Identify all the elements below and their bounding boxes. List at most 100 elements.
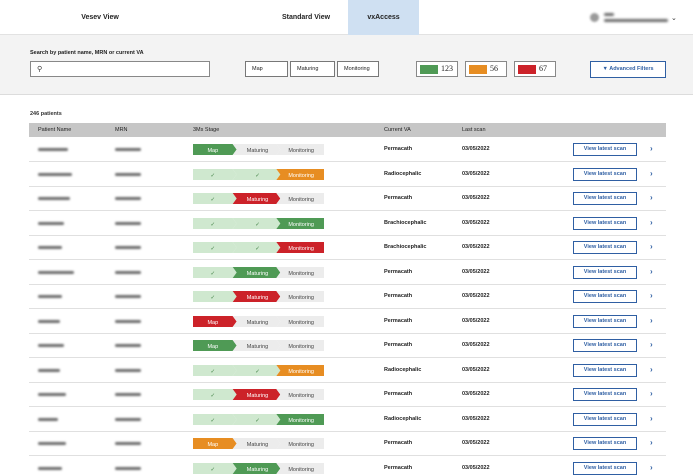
stage-label: Maturing	[247, 295, 268, 301]
stage-progress-svg: ✓ Maturing Monitoring	[193, 266, 324, 278]
patient-name-blurred	[38, 344, 64, 347]
stage-label: Monitoring	[288, 393, 314, 399]
tab-vesev-view[interactable]: Vesev View	[55, 0, 145, 35]
patient-name-blurred	[38, 197, 70, 200]
search-input[interactable]	[47, 64, 207, 75]
stage-progress-svg: ✓ Maturing Monitoring	[193, 462, 324, 474]
user-account[interactable]	[590, 11, 670, 25]
header-mrn[interactable]: MRN	[115, 123, 128, 137]
view-latest-scan-button[interactable]: View latest scan	[573, 339, 637, 352]
view-latest-scan-button[interactable]: View latest scan	[573, 314, 637, 328]
last-scan-date: 03/05/2022	[462, 342, 490, 348]
chevron-down-icon[interactable]: ⌄	[671, 14, 677, 22]
stage-filter-maturing[interactable]: Maturing	[290, 61, 335, 77]
current-va: Permacath	[384, 440, 413, 446]
stage-label: Monitoring	[288, 148, 314, 154]
tab-standard-view[interactable]: Standard View	[265, 0, 347, 35]
mrn-blurred	[115, 295, 141, 298]
check-icon: ✓	[211, 466, 216, 472]
current-va: Permacath	[384, 146, 413, 152]
stage-label: Monitoring	[288, 442, 314, 448]
chevron-right-icon[interactable]: ›	[650, 193, 653, 202]
chevron-right-icon[interactable]: ›	[650, 144, 653, 153]
chevron-right-icon[interactable]: ›	[650, 267, 653, 276]
mrn-blurred	[115, 172, 141, 176]
table-row[interactable]: ✓ ✓ Monitoring Radiocephalic 03/05/2022 View …	[29, 163, 666, 187]
table-row[interactable]: ✓ ✓ Monitoring Radiocephalic 03/05/2022 View …	[29, 359, 666, 383]
stage-label: Monitoring	[288, 417, 314, 423]
table-row[interactable]: Map Maturing Monitoring Permacath 03/05/2022…	[29, 334, 666, 358]
stage-progress-svg: ✓ Maturing Monitoring	[193, 193, 324, 204]
count-filter-green[interactable]: 123	[416, 61, 458, 77]
table-row[interactable]: ✓ Maturing Monitoring Permacath 03/05/2022 Vi…	[29, 457, 666, 475]
view-latest-scan-button[interactable]: View latest scan	[573, 363, 637, 377]
patient-name-blurred	[38, 172, 72, 176]
count-filter-red[interactable]: 67	[514, 61, 556, 77]
chevron-right-icon[interactable]: ›	[650, 291, 653, 300]
search-label: Search by patient name, MRN or current V…	[30, 50, 144, 56]
chevron-right-icon[interactable]: ›	[650, 438, 653, 447]
mrn-blurred	[115, 270, 141, 274]
last-scan-date: 03/05/2022	[462, 244, 490, 250]
chevron-right-icon[interactable]: ›	[650, 340, 653, 349]
count-filter-orange[interactable]: 56	[465, 61, 507, 77]
view-latest-scan-button[interactable]: View latest scan	[573, 192, 637, 205]
table-row[interactable]: ✓ ✓ Monitoring Radiocephalic 03/05/2022 View …	[29, 408, 666, 432]
table-row[interactable]: ✓ Maturing Monitoring Permacath 03/05/2022 Vi…	[29, 285, 666, 309]
chevron-right-icon[interactable]: ›	[650, 414, 653, 423]
chevron-right-icon[interactable]: ›	[650, 365, 653, 374]
mrn-blurred	[115, 393, 141, 396]
advanced-filters-button[interactable]: ▼ Advanced Filters	[590, 61, 666, 78]
stage-filter-map[interactable]: Map	[245, 61, 288, 77]
stage-label: Monitoring	[288, 466, 314, 472]
patient-name-blurred	[38, 393, 66, 396]
stage-label: Monitoring	[288, 319, 314, 325]
chevron-right-icon[interactable]: ›	[650, 169, 653, 178]
stage-filter-monitoring[interactable]: Monitoring	[337, 61, 379, 77]
view-latest-scan-button[interactable]: View latest scan	[573, 241, 637, 254]
view-latest-scan-button[interactable]: View latest scan	[573, 290, 637, 303]
view-latest-scan-button[interactable]: View latest scan	[573, 412, 637, 426]
view-latest-scan-button[interactable]: View latest scan	[573, 143, 637, 156]
stage-progress: ✓ ✓ Monitoring	[193, 413, 324, 425]
table-row[interactable]: ✓ ✓ Monitoring Brachiocephalic 03/05/2022 Vie…	[29, 212, 666, 236]
mrn-blurred	[115, 344, 141, 347]
chevron-right-icon[interactable]: ›	[650, 218, 653, 227]
stage-progress: ✓ Maturing Monitoring	[193, 193, 324, 204]
tab-vxaccess[interactable]: vxAccess	[348, 0, 419, 35]
header-current-va[interactable]: Current VA	[384, 123, 411, 137]
view-latest-scan-button[interactable]: View latest scan	[573, 437, 637, 450]
red-swatch	[518, 65, 536, 74]
view-latest-scan-button[interactable]: View latest scan	[573, 461, 637, 475]
last-scan-date: 03/05/2022	[462, 268, 490, 275]
header-last-scan[interactable]: Last scan	[462, 123, 486, 137]
stage-progress-svg: ✓ ✓ Monitoring	[193, 242, 324, 253]
search-box[interactable]: ⚲	[30, 61, 210, 77]
chevron-right-icon[interactable]: ›	[650, 242, 653, 251]
check-icon: ✓	[255, 417, 260, 423]
view-latest-scan-button[interactable]: View latest scan	[573, 265, 637, 279]
check-icon: ✓	[211, 393, 216, 399]
table-row[interactable]: ✓ Maturing Monitoring Permacath 03/05/2022 Vi…	[29, 261, 666, 285]
current-va: Brachiocephalic	[384, 244, 427, 250]
stage-label: Map	[207, 344, 218, 350]
chevron-right-icon[interactable]: ›	[650, 389, 653, 398]
table-row[interactable]: ✓ Maturing Monitoring Permacath 03/05/2022 Vi…	[29, 187, 666, 211]
header-patient-name[interactable]: Patient Name	[38, 123, 71, 137]
table-row[interactable]: Map Maturing Monitoring Permacath 03/05/2022…	[29, 138, 666, 162]
stage-label: Monitoring	[288, 270, 314, 276]
stage-progress-svg: Map Maturing Monitoring	[193, 315, 324, 327]
header-stage[interactable]: 3Ms Stage	[193, 123, 219, 137]
view-latest-scan-button[interactable]: View latest scan	[573, 388, 637, 401]
table-row[interactable]: Map Maturing Monitoring Permacath 03/05/2022…	[29, 432, 666, 456]
table-row[interactable]: Map Maturing Monitoring Permacath 03/05/2022…	[29, 310, 666, 334]
chevron-right-icon[interactable]: ›	[650, 463, 653, 472]
view-latest-scan-button[interactable]: View latest scan	[573, 216, 637, 230]
table-row[interactable]: ✓ Maturing Monitoring Permacath 03/05/2022 Vi…	[29, 383, 666, 407]
table-row[interactable]: ✓ ✓ Monitoring Brachiocephalic 03/05/2022 Vie…	[29, 236, 666, 260]
chevron-right-icon[interactable]: ›	[650, 316, 653, 325]
patient-name-blurred	[38, 295, 62, 298]
avatar	[590, 13, 599, 22]
view-latest-scan-button[interactable]: View latest scan	[573, 167, 637, 181]
user-name-blurred	[604, 13, 614, 16]
